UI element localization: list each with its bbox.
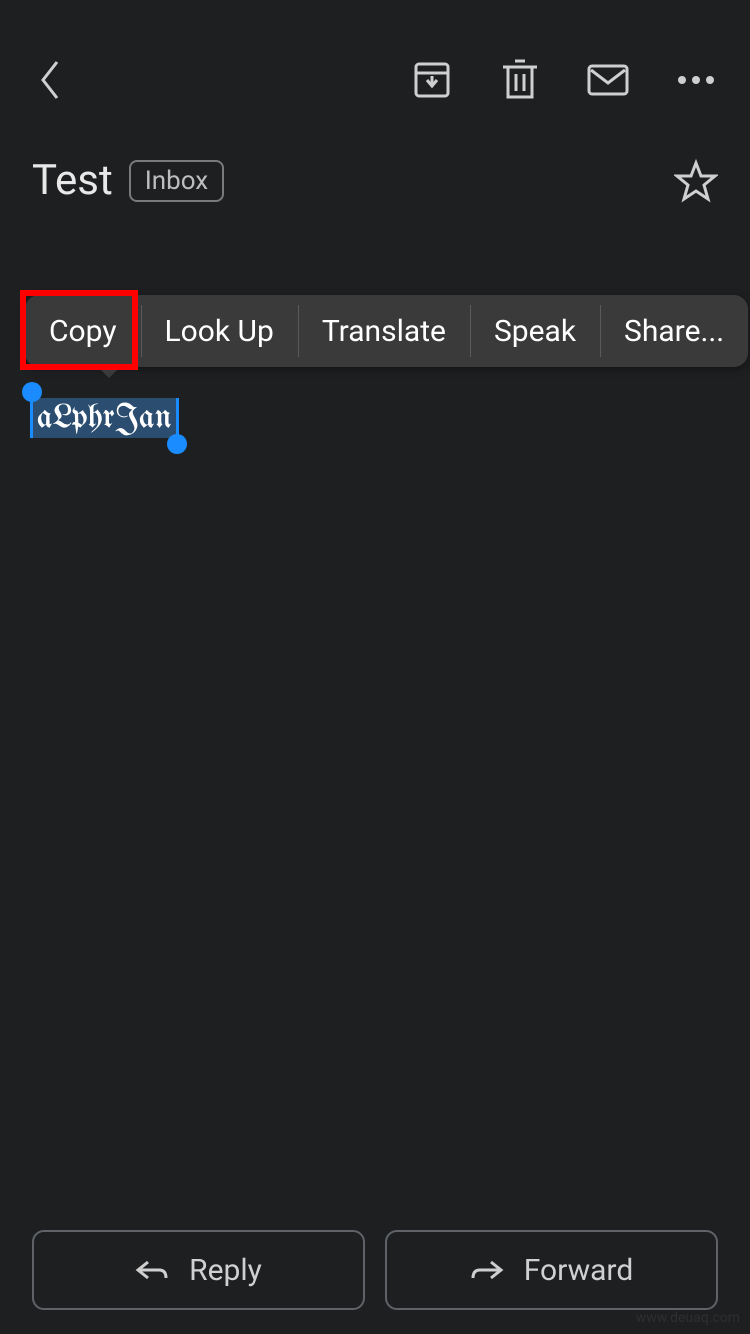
star-button[interactable] (674, 159, 718, 203)
forward-icon (470, 1258, 504, 1282)
delete-button[interactable] (498, 58, 542, 102)
translate-menu-item[interactable]: Translate (298, 295, 470, 367)
lookup-menu-item[interactable]: Look Up (141, 295, 298, 367)
selection-handle-start[interactable] (22, 382, 42, 402)
share-menu-item[interactable]: Share... (600, 295, 748, 367)
email-subject: Test (32, 156, 113, 205)
selected-text[interactable]: aLphrJan (30, 398, 179, 438)
email-body-selection[interactable]: aLphrJan (30, 398, 179, 438)
archive-button[interactable] (410, 58, 454, 102)
speak-menu-item[interactable]: Speak (470, 295, 600, 367)
annotation-highlight (20, 290, 138, 370)
back-button[interactable] (20, 50, 80, 110)
trash-icon (501, 59, 539, 101)
app-header (0, 0, 750, 150)
mark-unread-button[interactable] (586, 58, 630, 102)
forward-button[interactable]: Forward (385, 1230, 718, 1310)
watermark: www.deuaq.com (636, 1310, 740, 1326)
more-horizontal-icon (676, 75, 716, 85)
more-button[interactable] (674, 58, 718, 102)
star-outline-icon (674, 159, 718, 203)
forward-label: Forward (524, 1253, 633, 1288)
header-actions (410, 58, 730, 102)
reply-icon (135, 1258, 169, 1282)
subject-row: Test Inbox (0, 150, 750, 205)
inbox-label[interactable]: Inbox (129, 160, 225, 202)
reply-label: Reply (189, 1253, 262, 1288)
envelope-icon (586, 63, 630, 97)
archive-icon (412, 60, 452, 100)
reply-button[interactable]: Reply (32, 1230, 365, 1310)
chevron-left-icon (37, 58, 63, 102)
selection-handle-end[interactable] (167, 434, 187, 454)
bottom-action-bar: Reply Forward (32, 1230, 718, 1310)
